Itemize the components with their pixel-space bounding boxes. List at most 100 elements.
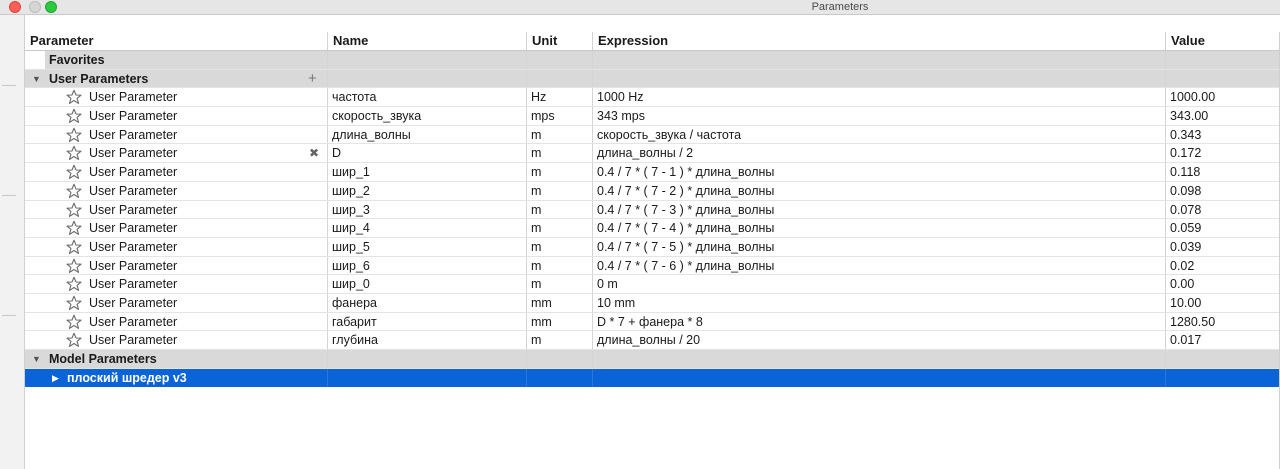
parameter-name-cell[interactable]: глубина: [328, 331, 526, 349]
parameter-expression-cell[interactable]: 0.4 / 7 * ( 7 - 4 ) * длина_волны: [593, 219, 1165, 237]
parameter-name-cell[interactable]: габарит: [328, 313, 526, 331]
table-row[interactable]: User Parameter ✖ Dm длина_волны / 2 0.172: [25, 144, 1280, 164]
user-parameters-group-row[interactable]: ▼ User Parameters +: [25, 69, 1280, 89]
parameter-unit-cell[interactable]: m: [527, 163, 592, 181]
collapsed-triangle-icon[interactable]: ▶: [52, 369, 59, 387]
parameter-unit-cell[interactable]: m: [527, 144, 592, 162]
favorite-star-icon[interactable]: [66, 332, 82, 348]
expand-triangle-icon[interactable]: ▼: [32, 350, 41, 368]
favorite-star-icon[interactable]: [66, 202, 82, 218]
parameter-unit-cell[interactable]: m: [527, 275, 592, 293]
column-header-unit[interactable]: Unit: [527, 32, 592, 50]
parameter-unit-cell[interactable]: mm: [527, 294, 592, 312]
parameter-value-cell: 1280.50: [1170, 314, 1216, 329]
parameter-expression-cell[interactable]: 0.4 / 7 * ( 7 - 3 ) * длина_волны: [593, 201, 1165, 219]
parameter-name-cell[interactable]: фанера: [328, 294, 526, 312]
parameter-value-cell: 0.118: [1170, 165, 1201, 180]
parameter-type-label: User Parameter: [89, 314, 178, 329]
parameter-unit-cell[interactable]: m: [527, 201, 592, 219]
parameter-unit-cell[interactable]: mps: [527, 107, 592, 125]
parameter-expression-cell[interactable]: 1000 Hz: [593, 88, 1165, 106]
user-parameters-group-label: User Parameters: [49, 71, 149, 86]
parameter-unit-cell[interactable]: m: [527, 257, 592, 275]
favorite-star-icon[interactable]: [66, 258, 82, 274]
favorite-star-icon[interactable]: [66, 239, 82, 255]
favorite-star-icon[interactable]: [66, 295, 82, 311]
favorite-star-icon[interactable]: [66, 314, 82, 330]
delete-parameter-icon[interactable]: ✖: [309, 144, 319, 162]
parameter-name-cell[interactable]: длина_волны: [328, 126, 526, 144]
parameter-unit-cell[interactable]: m: [527, 182, 592, 200]
parameter-value-cell: 10.00: [1170, 295, 1202, 310]
window-title: Parameters: [811, 1, 869, 13]
column-header-value[interactable]: Value: [1166, 32, 1280, 50]
parameter-type-label: User Parameter: [89, 90, 178, 105]
expand-triangle-icon[interactable]: ▼: [32, 70, 41, 88]
parameter-expression-cell[interactable]: 0 m: [593, 275, 1165, 293]
table-row[interactable]: User Parameter шир_2 m 0.4 / 7 * ( 7 - 2 ) …: [25, 181, 1280, 201]
favorite-star-icon[interactable]: [66, 276, 82, 292]
parameter-name-cell[interactable]: частота: [328, 88, 526, 106]
table-row[interactable]: User Parameter шир_5 m 0.4 / 7 * ( 7 - 5 ) …: [25, 237, 1280, 257]
parameter-unit-cell[interactable]: m: [527, 126, 592, 144]
table-row[interactable]: User Parameter фанера mm 10 mm 10.00: [25, 293, 1280, 313]
parameter-name-cell[interactable]: шир_5: [328, 238, 526, 256]
table-row[interactable]: User Parameter длина_волны m скорость_звука…: [25, 125, 1280, 145]
favorite-star-icon[interactable]: [66, 145, 82, 161]
favorite-star-icon[interactable]: [66, 108, 82, 124]
table-header: Parameter Name Unit Expression Value: [25, 32, 1280, 51]
parameter-expression-cell[interactable]: скорость_звука / частота: [593, 126, 1165, 144]
parameter-name-cell[interactable]: скорость_звука: [328, 107, 526, 125]
table-row[interactable]: User Parameter габарит mm D * 7 + фанера * …: [25, 312, 1280, 332]
column-header-expression[interactable]: Expression: [593, 32, 1165, 50]
column-header-parameter[interactable]: Parameter: [25, 32, 327, 50]
parameter-value-cell: 0.343: [1170, 127, 1202, 142]
parameter-expression-cell[interactable]: D * 7 + фанера * 8: [593, 313, 1165, 331]
favorite-star-icon[interactable]: [66, 183, 82, 199]
parameter-value-cell: 343.00: [1170, 109, 1209, 124]
favorites-group-row[interactable]: Favorites: [25, 51, 1280, 70]
parameter-name-cell[interactable]: шир_2: [328, 182, 526, 200]
favorites-group-label: Favorites: [49, 53, 105, 67]
add-parameter-button[interactable]: +: [308, 70, 317, 88]
favorite-star-icon[interactable]: [66, 89, 82, 105]
parameter-name-cell[interactable]: шир_4: [328, 219, 526, 237]
parameter-name-cell[interactable]: D: [328, 144, 526, 162]
parameter-unit-cell[interactable]: m: [527, 238, 592, 256]
parameter-expression-cell[interactable]: 343 mps: [593, 107, 1165, 125]
table-row[interactable]: User Parameter глубина m длина_волны / 20 0.…: [25, 331, 1280, 350]
table-row[interactable]: User Parameter шир_4 m 0.4 / 7 * ( 7 - 4 ) …: [25, 219, 1280, 238]
favorite-star-icon[interactable]: [66, 220, 82, 236]
parameter-expression-cell[interactable]: длина_волны / 20: [593, 331, 1165, 349]
parameter-expression-cell[interactable]: 0.4 / 7 * ( 7 - 5 ) * длина_волны: [593, 238, 1165, 256]
table-row[interactable]: User Parameter частота Hz 1000 Hz 1000.00: [25, 88, 1280, 108]
table-row[interactable]: User Parameter шир_0 m 0 m 0.00: [25, 275, 1280, 294]
table-row[interactable]: User Parameter шир_3 m 0.4 / 7 * ( 7 - 3 ) …: [25, 200, 1280, 220]
parameter-name-cell[interactable]: шир_0: [328, 275, 526, 293]
background-canvas-strip: [0, 15, 25, 469]
parameter-unit-cell[interactable]: mm: [527, 313, 592, 331]
parameter-expression-cell[interactable]: 0.4 / 7 * ( 7 - 1 ) * длина_волны: [593, 163, 1165, 181]
parameter-unit-cell[interactable]: m: [527, 331, 592, 349]
parameter-name-cell[interactable]: шир_3: [328, 201, 526, 219]
parameter-name-cell[interactable]: шир_1: [328, 163, 526, 181]
favorite-star-icon[interactable]: [66, 164, 82, 180]
parameter-name-cell[interactable]: шир_6: [328, 257, 526, 275]
model-parameters-group-row[interactable]: ▼ Model Parameters: [25, 350, 1280, 369]
parameter-unit-cell[interactable]: m: [527, 219, 592, 237]
parameter-expression-cell[interactable]: 10 mm: [593, 294, 1165, 312]
column-header-name[interactable]: Name: [328, 32, 526, 50]
parameter-unit-cell[interactable]: Hz: [527, 88, 592, 106]
model-item-row[interactable]: ▶ плоский шредер v3: [25, 368, 1280, 388]
table-row[interactable]: User Parameter скорость_звука mps 343 mps 34…: [25, 107, 1280, 126]
parameter-type-label: User Parameter: [89, 183, 178, 198]
parameter-value-cell: 0.059: [1170, 221, 1202, 236]
parameter-expression-cell[interactable]: 0.4 / 7 * ( 7 - 2 ) * длина_волны: [593, 182, 1165, 200]
parameter-expression-cell[interactable]: длина_волны / 2: [593, 144, 1165, 162]
favorite-star-icon[interactable]: [66, 127, 82, 143]
parameter-expression-cell[interactable]: 0.4 / 7 * ( 7 - 6 ) * длина_волны: [593, 257, 1165, 275]
parameter-value-cell: 0.172: [1170, 146, 1202, 161]
table-row[interactable]: User Parameter шир_6 m 0.4 / 7 * ( 7 - 6 ) …: [25, 256, 1280, 276]
table-row[interactable]: User Parameter шир_1 m 0.4 / 7 * ( 7 - 1 ) …: [25, 163, 1280, 182]
window-titlebar: Parameters: [0, 0, 1280, 15]
